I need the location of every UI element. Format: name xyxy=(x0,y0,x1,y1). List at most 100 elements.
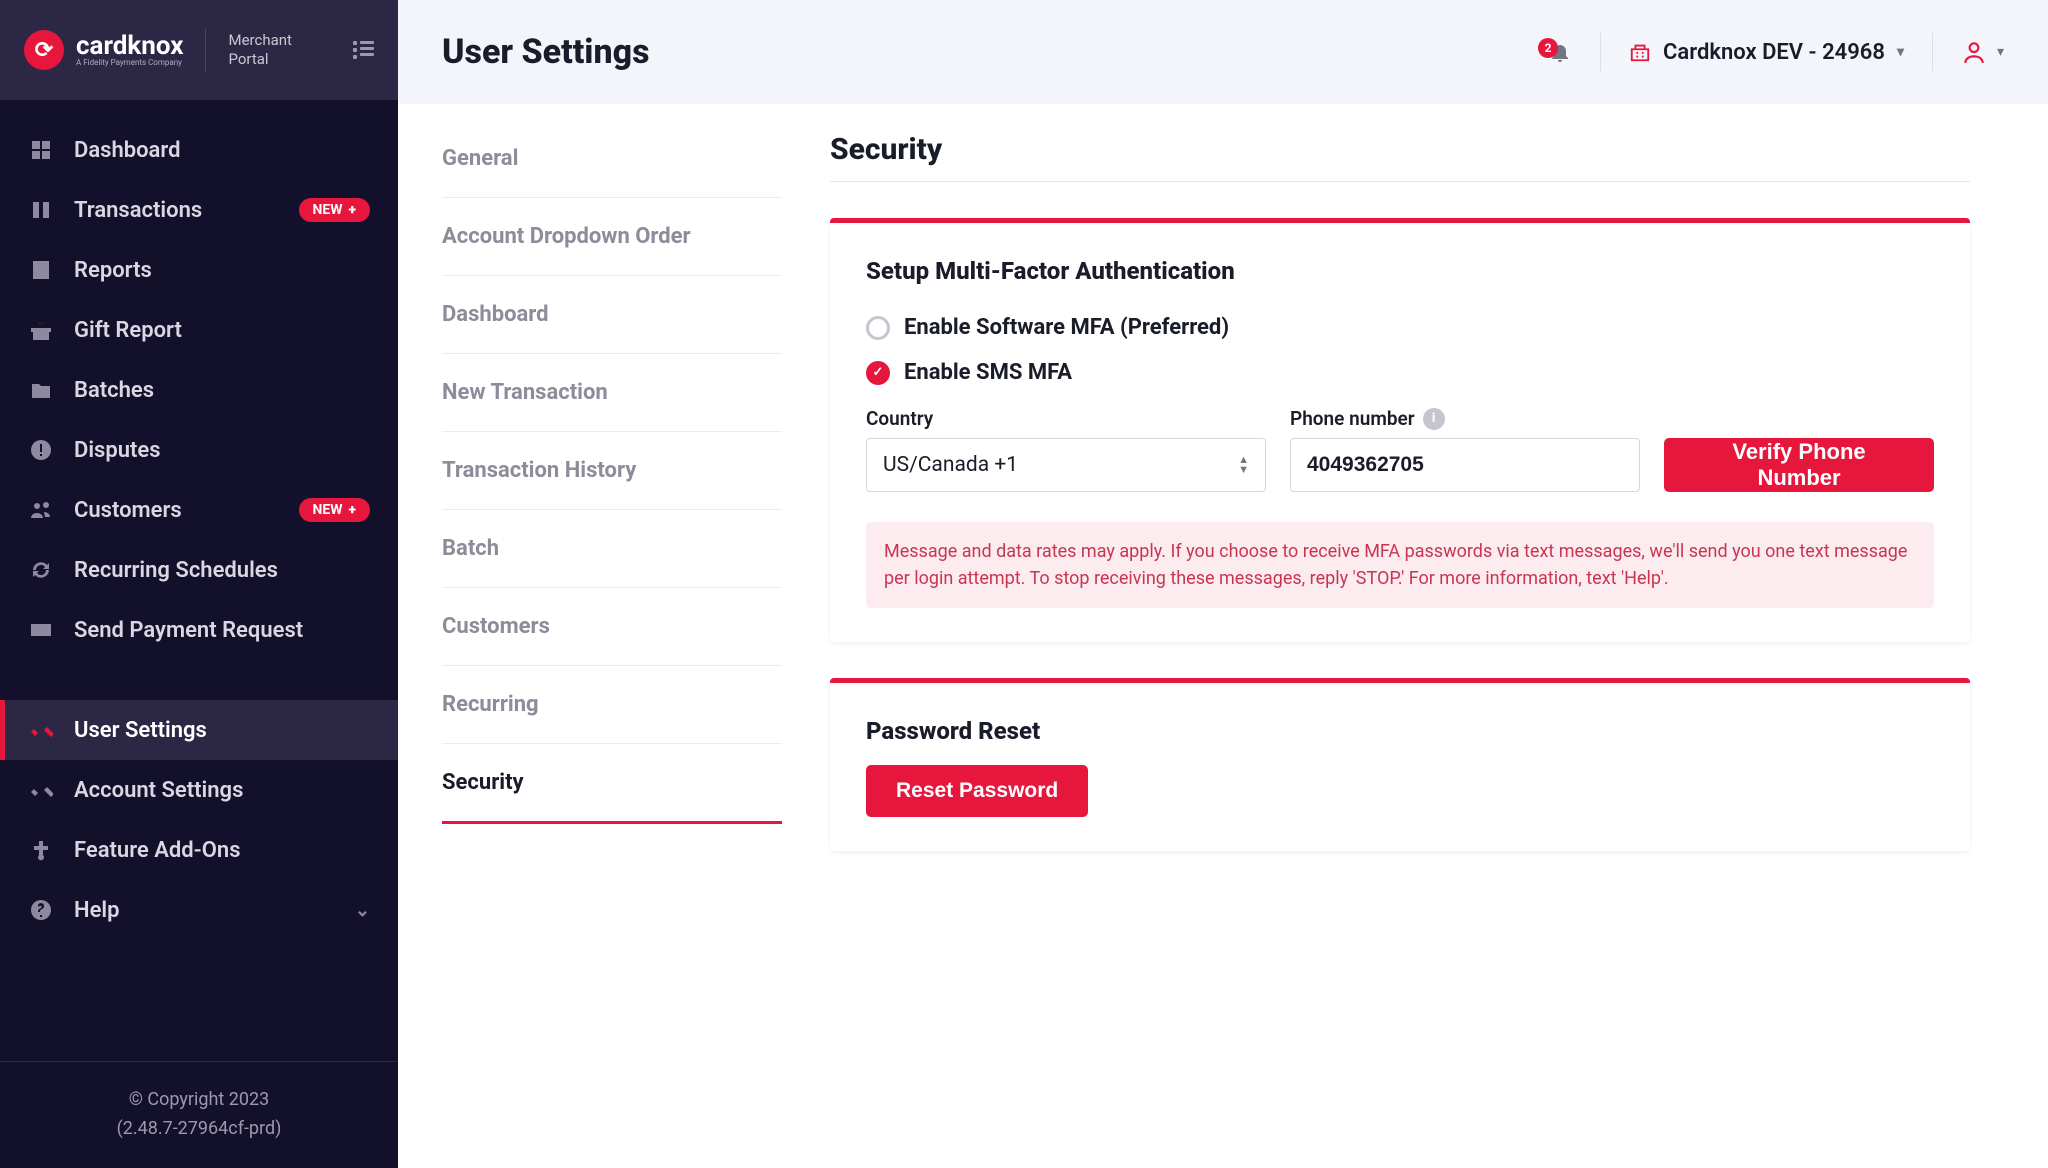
chevron-down-icon: ⌄ xyxy=(355,900,370,921)
account-name: Cardknox DEV - 24968 xyxy=(1663,40,1885,65)
password-title: Password Reset xyxy=(866,717,1934,745)
logo-sub: A Fidelity Payments Company xyxy=(76,59,183,67)
notif-count: 2 xyxy=(1538,38,1558,58)
mfa-alert: Message and data rates may apply. If you… xyxy=(866,522,1934,608)
nav-item-account-settings[interactable]: Account Settings xyxy=(0,760,398,820)
nav-item-help[interactable]: Help ⌄ xyxy=(0,880,398,940)
country-value: US/Canada +1 xyxy=(883,453,1018,477)
customers-icon xyxy=(28,497,54,523)
nav-label: Account Settings xyxy=(74,778,243,803)
reset-password-button[interactable]: Reset Password xyxy=(866,765,1088,817)
tab-transaction-history[interactable]: Transaction History xyxy=(442,432,782,510)
logo[interactable]: ⟳ cardknox A Fidelity Payments Company xyxy=(24,30,183,70)
nav-label: Gift Report xyxy=(74,318,182,343)
main: User Settings 2 Cardknox DEV - 24968 ▾ ▾ xyxy=(398,0,2048,1168)
logo-text: cardknox xyxy=(76,33,183,59)
tab-account-dropdown-order[interactable]: Account Dropdown Order xyxy=(442,198,782,276)
nav-item-gift-report[interactable]: Gift Report xyxy=(0,300,398,360)
nav-item-send-payment-request[interactable]: Send Payment Request xyxy=(0,600,398,660)
new-badge: NEW+ xyxy=(299,498,371,522)
mfa-sms-label: Enable SMS MFA xyxy=(904,360,1072,385)
sidebar-header: ⟳ cardknox A Fidelity Payments Company M… xyxy=(0,0,398,100)
nav-item-customers[interactable]: Customers NEW+ xyxy=(0,480,398,540)
alert-icon xyxy=(28,437,54,463)
version: (2.48.7-27964cf-prd) xyxy=(24,1115,374,1144)
verify-phone-button[interactable]: Verify Phone Number xyxy=(1664,438,1934,492)
nav-label: Help xyxy=(74,898,120,923)
password-card: Password Reset Reset Password xyxy=(830,678,1970,851)
nav-item-recurring-schedules[interactable]: Recurring Schedules xyxy=(0,540,398,600)
account-selector[interactable]: Cardknox DEV - 24968 ▾ xyxy=(1629,40,1904,65)
divider xyxy=(205,28,206,72)
reports-icon xyxy=(28,257,54,283)
feature-icon xyxy=(28,837,54,863)
tab-security[interactable]: Security xyxy=(442,744,782,824)
nav-label: Customers xyxy=(74,498,182,523)
phone-label: Phone number xyxy=(1290,407,1415,430)
nav-item-user-settings[interactable]: User Settings xyxy=(0,700,398,760)
country-label: Country xyxy=(866,407,1266,430)
portal-label: MerchantPortal xyxy=(228,31,291,70)
send-payment-icon xyxy=(28,617,54,643)
divider xyxy=(1932,33,1933,71)
mfa-option-software[interactable]: Enable Software MFA (Preferred) xyxy=(866,305,1934,350)
nav-item-disputes[interactable]: Disputes xyxy=(0,420,398,480)
mfa-option-sms[interactable]: ✓ Enable SMS MFA xyxy=(866,350,1934,395)
recurring-icon xyxy=(28,557,54,583)
content: GeneralAccount Dropdown OrderDashboardNe… xyxy=(398,104,2048,1168)
nav-label: User Settings xyxy=(74,718,207,743)
main-nav: Dashboard Transactions NEW+ Reports Gift… xyxy=(0,100,398,1061)
tab-batch[interactable]: Batch xyxy=(442,510,782,588)
info-icon[interactable]: i xyxy=(1423,408,1445,430)
user-menu[interactable]: ▾ xyxy=(1961,39,2004,65)
tab-customers[interactable]: Customers xyxy=(442,588,782,666)
radio-unchecked-icon xyxy=(866,316,890,340)
select-chevrons-icon: ▲▼ xyxy=(1238,455,1249,475)
nav-item-feature-add-ons[interactable]: Feature Add-Ons xyxy=(0,820,398,880)
page-title: User Settings xyxy=(442,32,650,72)
nav-item-dashboard[interactable]: Dashboard xyxy=(0,120,398,180)
menu-collapse-icon[interactable] xyxy=(353,41,374,59)
chevron-down-icon: ▾ xyxy=(1897,44,1904,60)
nav-item-batches[interactable]: Batches xyxy=(0,360,398,420)
nav-item-reports[interactable]: Reports xyxy=(0,240,398,300)
grid-icon xyxy=(28,137,54,163)
nav-label: Batches xyxy=(74,378,154,403)
section-title: Security xyxy=(830,120,1970,167)
nav-label: Recurring Schedules xyxy=(74,558,278,583)
tab-dashboard[interactable]: Dashboard xyxy=(442,276,782,354)
new-badge: NEW+ xyxy=(299,198,371,222)
topbar: User Settings 2 Cardknox DEV - 24968 ▾ ▾ xyxy=(398,0,2048,104)
building-icon xyxy=(1629,41,1651,63)
nav-label: Dashboard xyxy=(74,138,180,163)
folder-icon xyxy=(28,377,54,403)
sidebar-footer: © Copyright 2023 (2.48.7-27964cf-prd) xyxy=(0,1061,398,1168)
account-settings-icon xyxy=(28,777,54,803)
transactions-icon xyxy=(28,197,54,223)
divider xyxy=(1600,33,1601,71)
tab-general[interactable]: General xyxy=(442,120,782,198)
nav-item-transactions[interactable]: Transactions NEW+ xyxy=(0,180,398,240)
mfa-title: Setup Multi-Factor Authentication xyxy=(866,257,1934,285)
settings-panel: Security Setup Multi-Factor Authenticati… xyxy=(830,120,1970,1124)
phone-input[interactable] xyxy=(1290,438,1640,492)
mfa-card: Setup Multi-Factor Authentication Enable… xyxy=(830,218,1970,642)
settings-tabs: GeneralAccount Dropdown OrderDashboardNe… xyxy=(442,120,782,1124)
nav-label: Transactions xyxy=(74,198,202,223)
tab-recurring[interactable]: Recurring xyxy=(442,666,782,744)
sidebar: ⟳ cardknox A Fidelity Payments Company M… xyxy=(0,0,398,1168)
gift-icon xyxy=(28,317,54,343)
nav-label: Feature Add-Ons xyxy=(74,838,241,863)
user-icon xyxy=(1961,39,1987,65)
radio-checked-icon: ✓ xyxy=(866,361,890,385)
nav-label: Reports xyxy=(74,258,152,283)
help-icon xyxy=(28,897,54,923)
tab-new-transaction[interactable]: New Transaction xyxy=(442,354,782,432)
copyright: © Copyright 2023 xyxy=(24,1086,374,1115)
country-select[interactable]: US/Canada +1 ▲▼ xyxy=(866,438,1266,492)
nav-label: Disputes xyxy=(74,438,161,463)
mfa-software-label: Enable Software MFA (Preferred) xyxy=(904,315,1229,340)
chevron-down-icon: ▾ xyxy=(1997,44,2004,60)
user-settings-icon xyxy=(28,717,54,743)
notifications-button[interactable]: 2 xyxy=(1548,40,1572,64)
